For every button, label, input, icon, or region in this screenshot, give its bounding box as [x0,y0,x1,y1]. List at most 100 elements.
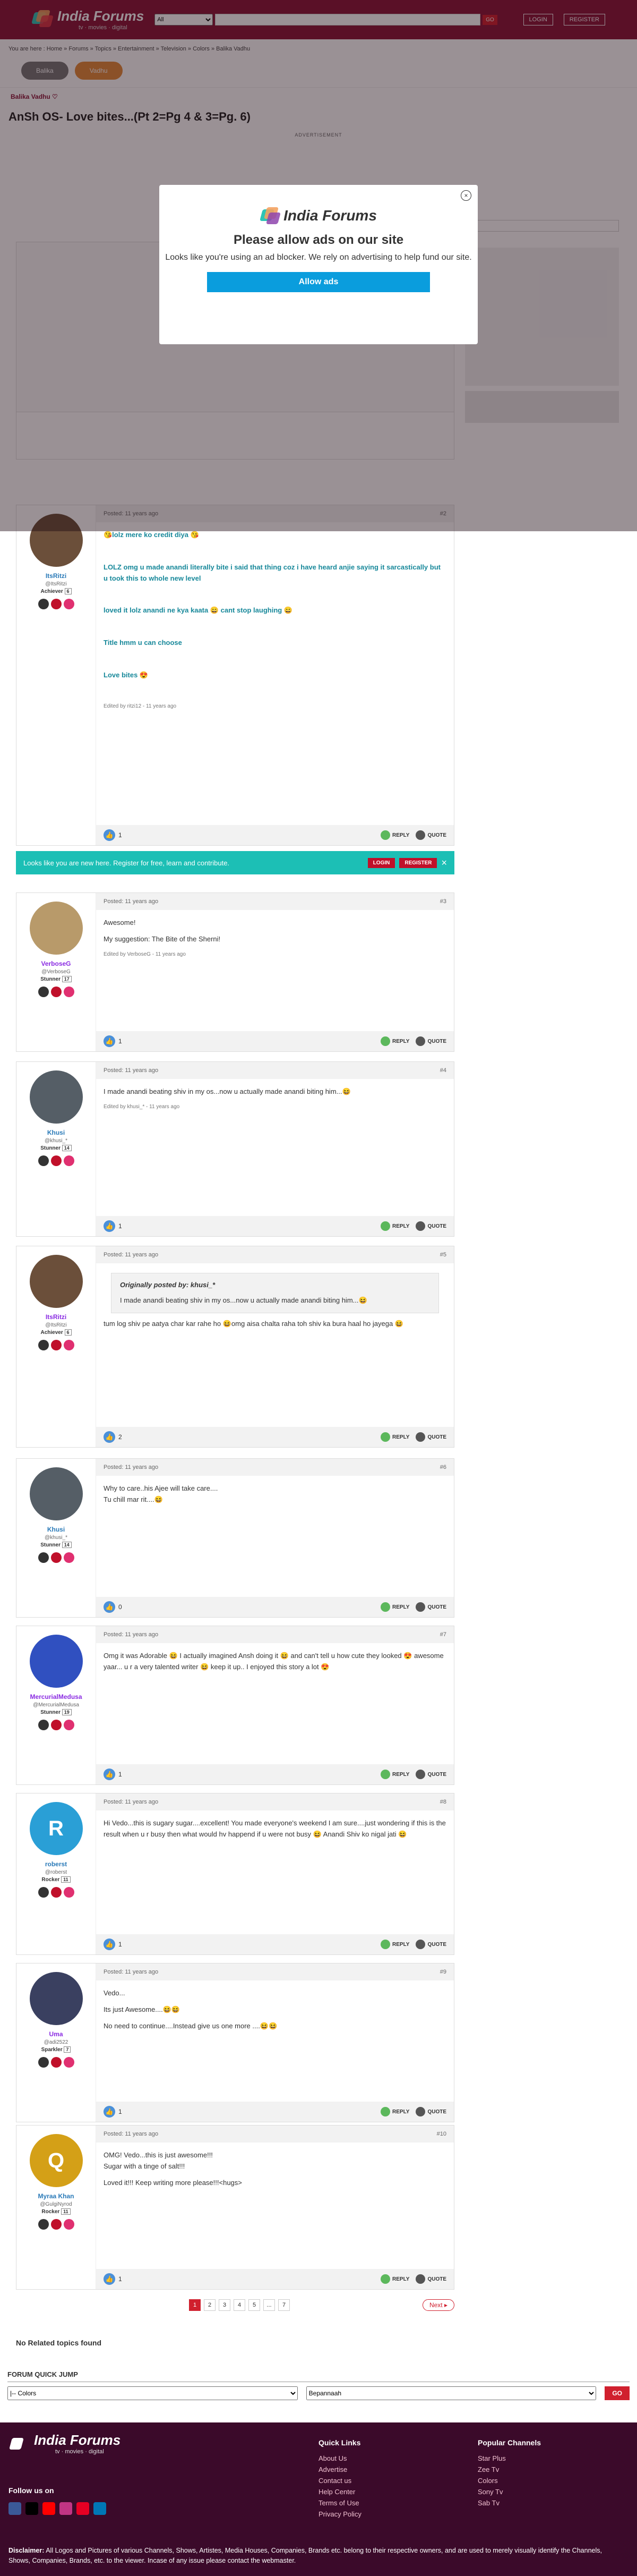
post-header: Posted: 11 years ago #8 [96,1793,454,1810]
footer-channel-link[interactable]: Colors [478,2477,541,2485]
quote-button[interactable]: QUOTE [416,1432,446,1442]
page-link[interactable]: 5 [248,2299,260,2311]
footer-link[interactable]: Terms of Use [318,2499,361,2507]
reply-button[interactable]: REPLY [381,2107,409,2116]
register-bar-register-button[interactable]: REGISTER [399,857,437,868]
post-number[interactable]: #9 [440,1969,446,1975]
avatar[interactable]: R [29,1802,83,1855]
post-text: Loved it!!! Keep writing more please!!!<… [104,2178,242,2187]
thumbs-up-icon[interactable]: 👍 [104,1431,115,1443]
footer-link[interactable]: Advertise [318,2466,361,2473]
post-author: ItsRitzi @ItsRitzi Achiever 6 [16,505,96,845]
quote-button[interactable]: QUOTE [416,1602,446,1612]
quote-button[interactable]: QUOTE [416,1940,446,1949]
post-number[interactable]: #10 [437,2131,446,2137]
instagram-icon[interactable] [59,2502,72,2515]
post-text: Omg it was Adorable 😆 I actually imagine… [104,1652,444,1671]
quote-button[interactable]: QUOTE [416,2107,446,2116]
close-icon[interactable]: × [461,190,471,201]
pinterest-icon[interactable] [76,2502,89,2515]
username[interactable]: Uma [20,2030,92,2038]
quote-button[interactable]: QUOTE [416,1036,446,1046]
footer-channel-link[interactable]: Star Plus [478,2454,541,2462]
reply-button[interactable]: REPLY [381,1602,409,1612]
thumbs-up-icon[interactable]: 👍 [104,829,115,841]
quote-button[interactable]: QUOTE [416,1221,446,1231]
quick-jump-go-button[interactable]: GO [605,2386,630,2400]
reply-button[interactable]: REPLY [381,830,409,840]
badge-icon [50,1720,62,1730]
page-link[interactable]: 7 [278,2299,290,2311]
post-number[interactable]: #6 [440,1464,446,1470]
facebook-icon[interactable] [8,2502,21,2515]
reply-icon [381,2274,391,2284]
footer-channel-link[interactable]: Sony Tv [478,2488,541,2496]
quote-button[interactable]: QUOTE [416,1770,446,1779]
follow-us-label: Follow us on [8,2486,54,2495]
quote-button[interactable]: QUOTE [416,830,446,840]
next-page-button[interactable]: Next ▸ [422,2299,454,2311]
x-icon[interactable] [25,2502,38,2515]
quick-jump-select-category[interactable]: |-- Colors [7,2386,298,2400]
footer-logo[interactable]: India Forums tv · movies · digital [8,2433,120,2455]
username[interactable]: roberst [20,1860,92,1868]
thumbs-up-icon[interactable]: 👍 [104,1220,115,1232]
thumbs-up-icon[interactable]: 👍 [104,1035,115,1047]
post-author: Khusi @khusi_* Stunner 14 [16,1459,96,1617]
footer-link[interactable]: About Us [318,2454,361,2462]
user-rank: Stunner 14 [20,1145,92,1151]
thumbs-up-icon[interactable]: 👍 [104,2106,115,2118]
thumbs-up-icon[interactable]: 👍 [104,1601,115,1613]
linkedin-icon[interactable] [93,2502,106,2515]
thumbs-up-icon[interactable]: 👍 [104,2273,115,2285]
reply-button[interactable]: REPLY [381,1940,409,1949]
footer-link[interactable]: Contact us [318,2477,361,2485]
youtube-icon[interactable] [42,2502,55,2515]
badge-icon [50,1552,62,1563]
username[interactable]: Myraa Khan [20,2192,92,2200]
avatar[interactable] [29,1467,83,1520]
username[interactable]: VerboseG [20,960,92,967]
page-link[interactable]: 4 [234,2299,245,2311]
username[interactable]: ItsRitzi [20,1313,92,1321]
post-number[interactable]: #7 [440,1631,446,1638]
user-rank: Stunner 14 [20,1542,92,1548]
avatar[interactable] [29,902,83,955]
page-link[interactable]: 3 [219,2299,230,2311]
footer-channel-link[interactable]: Zee Tv [478,2466,541,2473]
username[interactable]: MercurialMedusa [20,1693,92,1701]
footer-link[interactable]: Privacy Policy [318,2510,361,2518]
avatar[interactable] [29,1635,83,1688]
reply-button[interactable]: REPLY [381,1221,409,1231]
quick-jump-select-forum[interactable]: Bepannaah [306,2386,597,2400]
footer-link[interactable]: Help Center [318,2488,361,2496]
post-author: MercurialMedusa @MercurialMedusa Stunner 1… [16,1626,96,1784]
avatar[interactable] [29,1972,83,2025]
page-link[interactable]: 2 [204,2299,216,2311]
reply-button[interactable]: REPLY [381,1036,409,1046]
reply-button[interactable]: REPLY [381,2274,409,2284]
avatar[interactable]: Q [29,2134,83,2187]
post-author: Q Myraa Khan @GulgiNyrod Rocker 11 [16,2126,96,2289]
post-number[interactable]: #4 [440,1067,446,1074]
close-icon[interactable]: × [441,857,447,869]
modal-message: Looks like you're using an ad blocker. W… [165,253,472,262]
user-rank: Achiever 6 [20,1329,92,1336]
reply-button[interactable]: REPLY [381,1432,409,1442]
avatar[interactable] [29,1255,83,1308]
post-number[interactable]: #3 [440,898,446,905]
page-link[interactable]: 1 [189,2299,201,2311]
avatar[interactable] [29,1070,83,1124]
username[interactable]: ItsRitzi [20,572,92,580]
quote-button[interactable]: QUOTE [416,2274,446,2284]
thumbs-up-icon[interactable]: 👍 [104,1769,115,1780]
footer-channel-link[interactable]: Sab Tv [478,2499,541,2507]
username[interactable]: Khusi [20,1526,92,1533]
register-bar-login-button[interactable]: LOGIN [367,857,395,868]
reply-button[interactable]: REPLY [381,1770,409,1779]
thumbs-up-icon[interactable]: 👍 [104,1939,115,1950]
post-number[interactable]: #5 [440,1252,446,1258]
allow-ads-button[interactable]: Allow ads [207,272,430,293]
username[interactable]: Khusi [20,1129,92,1136]
post-number[interactable]: #8 [440,1799,446,1805]
